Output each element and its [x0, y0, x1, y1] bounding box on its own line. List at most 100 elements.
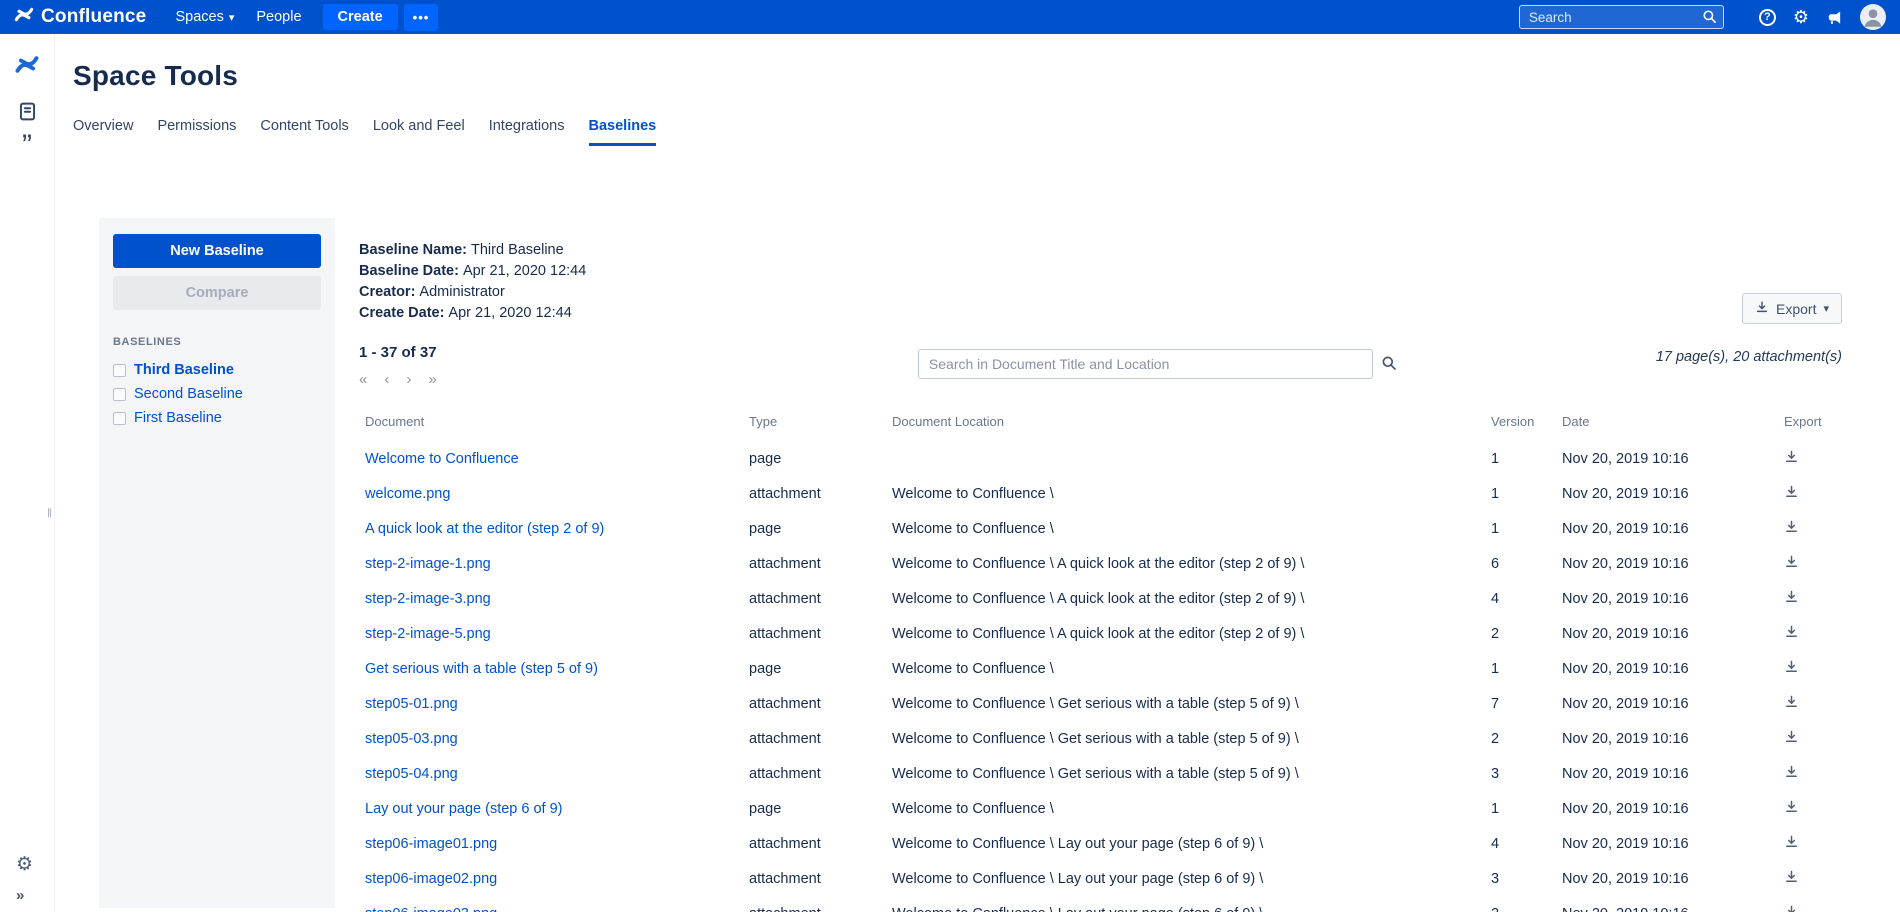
confluence-home-link[interactable]: Confluence	[14, 6, 146, 28]
export-button[interactable]: Export ▾	[1742, 293, 1842, 324]
type-cell: page	[743, 441, 886, 476]
chevron-down-icon: ▾	[1823, 302, 1829, 315]
detail-value: Apr 21, 2020 12:44	[448, 305, 571, 321]
baseline-link[interactable]: Third Baseline	[134, 362, 234, 378]
nav-spaces[interactable]: Spaces ▾	[164, 9, 245, 25]
export-row-icon[interactable]	[1784, 659, 1799, 674]
detail-create-date: Create Date:Apr 21, 2020 12:44	[359, 303, 586, 324]
document-link[interactable]: Lay out your page (step 6 of 9)	[365, 801, 563, 817]
tab-baselines[interactable]: Baselines	[589, 118, 657, 146]
export-row-icon[interactable]	[1784, 694, 1799, 709]
table-row: step05-03.png attachment Welcome to Conf…	[359, 721, 1842, 756]
list-item: Second Baseline	[113, 382, 321, 406]
date-cell: Nov 20, 2019 10:16	[1556, 791, 1778, 826]
nav-people-label: People	[256, 9, 301, 25]
column-date: Date	[1556, 414, 1778, 441]
export-row-icon[interactable]	[1784, 519, 1799, 534]
version-cell: 6	[1485, 546, 1556, 581]
document-link[interactable]: step06-image02.png	[365, 871, 497, 887]
date-cell: Nov 20, 2019 10:16	[1556, 756, 1778, 791]
pagination-last[interactable]: »	[428, 371, 436, 388]
search-icon[interactable]	[1702, 9, 1717, 29]
create-button[interactable]: Create	[323, 4, 398, 30]
document-link[interactable]: step05-03.png	[365, 731, 458, 747]
location-cell: Welcome to Confluence \ Lay out your pag…	[886, 826, 1485, 861]
space-settings-gear-icon[interactable]: ⚙	[16, 855, 33, 874]
table-row: Lay out your page (step 6 of 9) page Wel…	[359, 791, 1842, 826]
baseline-details: Baseline Name:Third Baseline Baseline Da…	[359, 240, 586, 324]
pagination-first[interactable]: «	[359, 371, 367, 388]
export-row-icon[interactable]	[1784, 449, 1799, 464]
user-avatar[interactable]	[1860, 4, 1886, 30]
export-row-icon[interactable]	[1784, 834, 1799, 849]
baseline-checkbox[interactable]	[113, 364, 126, 377]
global-search-input[interactable]	[1519, 5, 1724, 29]
pagination-next[interactable]: ›	[406, 371, 411, 388]
column-type: Type	[743, 414, 886, 441]
nav-people[interactable]: People	[245, 9, 312, 25]
export-row-icon[interactable]	[1784, 589, 1799, 604]
document-link[interactable]: step-2-image-3.png	[365, 591, 491, 607]
search-icon[interactable]	[1381, 355, 1397, 379]
document-link[interactable]: welcome.png	[365, 486, 450, 502]
date-cell: Nov 20, 2019 10:16	[1556, 686, 1778, 721]
version-cell: 3	[1485, 756, 1556, 791]
document-link[interactable]: Get serious with a table (step 5 of 9)	[365, 661, 598, 677]
type-cell: attachment	[743, 861, 886, 896]
new-baseline-button[interactable]: New Baseline	[113, 234, 321, 268]
export-row-icon[interactable]	[1784, 484, 1799, 499]
table-header-row: Document Type Document Location Version …	[359, 414, 1842, 441]
help-icon[interactable]: ?	[1759, 9, 1776, 26]
tab-look-and-feel[interactable]: Look and Feel	[373, 118, 465, 146]
date-cell: Nov 20, 2019 10:16	[1556, 861, 1778, 896]
type-cell: attachment	[743, 896, 886, 912]
sidebar-resize-handle[interactable]: ‖	[47, 506, 52, 520]
document-link[interactable]: step05-04.png	[365, 766, 458, 782]
version-cell: 7	[1485, 686, 1556, 721]
document-link[interactable]: step06-image03.png	[365, 906, 497, 912]
baseline-link[interactable]: First Baseline	[134, 410, 222, 426]
export-row-icon[interactable]	[1784, 554, 1799, 569]
export-row-icon[interactable]	[1784, 729, 1799, 744]
baseline-checkbox[interactable]	[113, 412, 126, 425]
type-cell: attachment	[743, 581, 886, 616]
document-link[interactable]: step06-image01.png	[365, 836, 497, 852]
export-row-icon[interactable]	[1784, 904, 1799, 912]
date-cell: Nov 20, 2019 10:16	[1556, 476, 1778, 511]
export-row-icon[interactable]	[1784, 764, 1799, 779]
settings-gear-icon[interactable]: ⚙	[1793, 8, 1809, 26]
blog-quotes-icon[interactable]: ”	[0, 132, 54, 159]
tab-integrations[interactable]: Integrations	[489, 118, 565, 146]
baseline-link[interactable]: Second Baseline	[134, 386, 243, 402]
pages-icon[interactable]	[0, 101, 54, 122]
document-link[interactable]: Welcome to Confluence	[365, 451, 519, 467]
tab-permissions[interactable]: Permissions	[157, 118, 236, 146]
compare-button[interactable]: Compare	[113, 276, 321, 310]
space-logo-icon[interactable]	[0, 54, 54, 75]
table-row: Get serious with a table (step 5 of 9) p…	[359, 651, 1842, 686]
export-button-label: Export	[1776, 301, 1816, 317]
megaphone-icon[interactable]	[1826, 9, 1843, 26]
detail-value: Administrator	[419, 284, 504, 300]
document-link[interactable]: A quick look at the editor (step 2 of 9)	[365, 521, 604, 537]
export-row-icon[interactable]	[1784, 624, 1799, 639]
baseline-checkbox[interactable]	[113, 388, 126, 401]
version-cell: 1	[1485, 511, 1556, 546]
document-link[interactable]: step-2-image-1.png	[365, 556, 491, 572]
baselines-heading: BASELINES	[113, 336, 321, 348]
export-row-icon[interactable]	[1784, 869, 1799, 884]
baseline-table-body: Welcome to Confluence page 1 Nov 20, 201…	[359, 441, 1842, 912]
pagination-prev[interactable]: ‹	[384, 371, 389, 388]
export-row-icon[interactable]	[1784, 799, 1799, 814]
document-link[interactable]: step-2-image-5.png	[365, 626, 491, 642]
document-link[interactable]: step05-01.png	[365, 696, 458, 712]
expand-sidebar-icon[interactable]: »	[16, 887, 24, 904]
location-cell: Welcome to Confluence \ Get serious with…	[886, 686, 1485, 721]
document-search-input[interactable]	[918, 349, 1373, 379]
nav-more-button[interactable]: •••	[404, 4, 439, 31]
detail-value: Third Baseline	[471, 242, 564, 258]
tab-overview[interactable]: Overview	[73, 118, 133, 146]
date-cell: Nov 20, 2019 10:16	[1556, 441, 1778, 476]
top-navigation: Confluence Spaces ▾ People Create ••• ? …	[0, 0, 1900, 34]
tab-content-tools[interactable]: Content Tools	[260, 118, 348, 146]
